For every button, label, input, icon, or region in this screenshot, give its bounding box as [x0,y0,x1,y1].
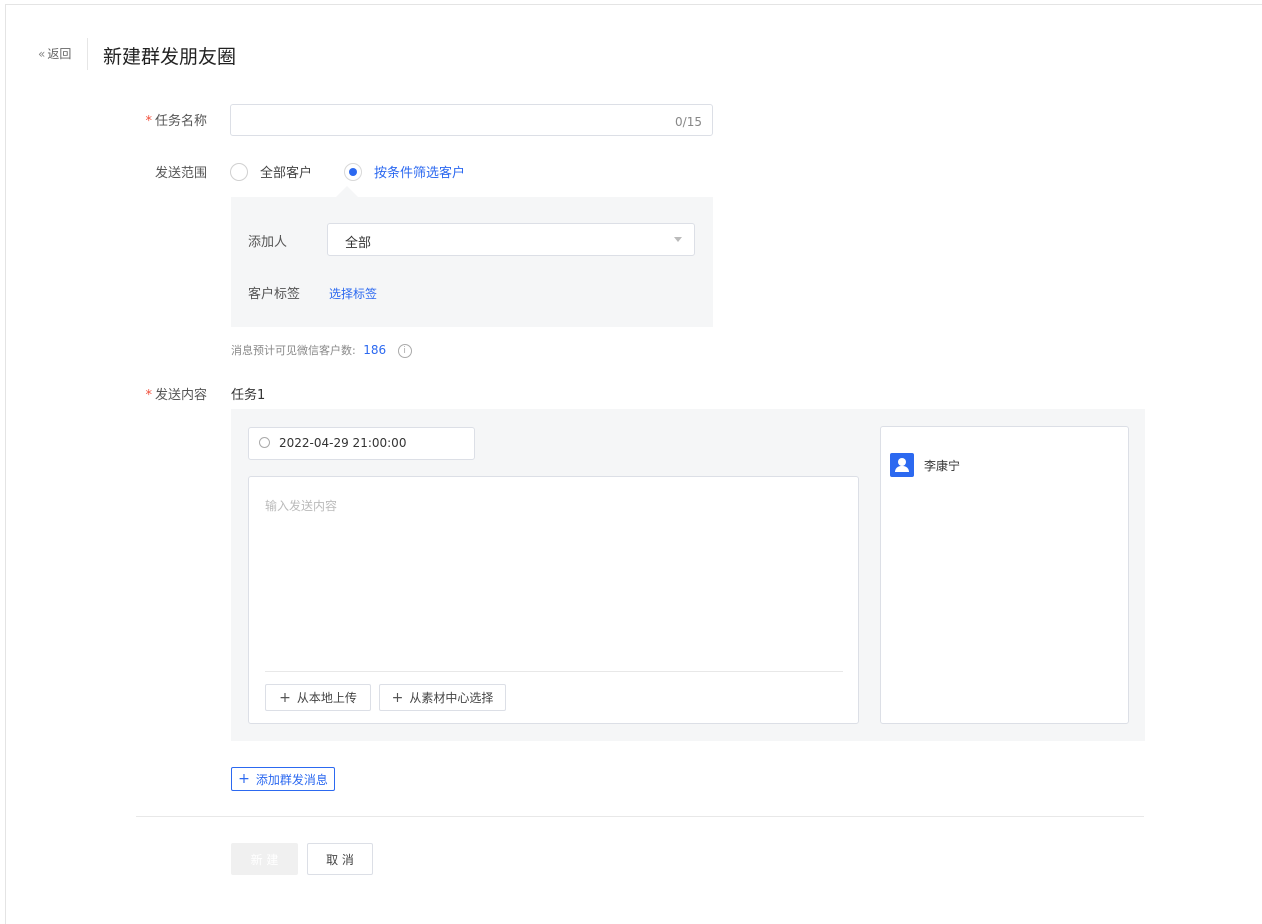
double-chevron-left-icon: « [38,46,46,61]
task-name-input[interactable]: 0/15 [230,104,713,136]
clock-icon [259,437,270,448]
footer-divider [136,816,1144,817]
header-divider [87,38,88,70]
task-name-label: * 任务名称 [145,114,207,129]
datetime-picker[interactable]: 2022-04-29 21:00:00 [248,427,475,460]
plus-icon: + [279,689,291,706]
add-message-button[interactable]: + 添加群发消息 [231,767,335,791]
select-tags-link[interactable]: 选择标签 [329,285,377,302]
adder-label: 添加人 [248,235,288,250]
sender-list: 李康宁 [880,426,1129,724]
adder-value: 全部 [345,236,372,251]
radio-circle-selected [344,162,362,181]
content-editor: 输入发送内容 + 从本地上传 + 从素材中心选择 [248,476,859,724]
content-textarea[interactable]: 输入发送内容 [265,497,337,514]
datetime-value: 2022-04-29 21:00:00 [279,436,407,450]
radio-filter-customers[interactable]: 按条件筛选客户 [344,162,465,181]
user-icon [890,453,914,477]
char-counter: 0/15 [675,115,702,129]
radio-all-customers[interactable]: 全部客户 [230,162,312,181]
sender-item[interactable]: 李康宁 [890,453,960,477]
caret-down-icon [674,237,682,242]
panel-pointer [336,186,358,197]
content-label: * 发送内容 [145,388,207,403]
info-icon: i [397,344,412,358]
radio-label: 全部客户 [260,166,313,181]
estimate-text: 消息预计可见微信客户数: 186 i [231,342,412,358]
radio-circle [230,162,248,181]
page-title: 新建群发朋友圈 [103,46,237,68]
back-label: 返回 [47,47,72,61]
editor-divider [265,671,843,672]
required-mark: * [145,114,152,129]
task-title: 任务1 [231,388,266,403]
upload-local-button[interactable]: + 从本地上传 [265,684,371,711]
plus-icon: + [391,689,404,706]
cancel-button[interactable]: 取 消 [307,843,373,875]
create-button[interactable]: 新 建 [231,843,298,875]
radio-label: 按条件筛选客户 [374,166,466,181]
filter-panel [231,197,713,327]
send-scope-label: 发送范围 [154,166,207,181]
tags-label: 客户标签 [248,287,301,302]
back-link[interactable]: « 返回 [38,45,71,62]
estimate-count: 186 [363,343,387,357]
required-mark: * [145,388,152,403]
sender-name: 李康宁 [924,458,961,473]
plus-icon: + [238,771,250,787]
adder-select[interactable]: 全部 [327,223,695,256]
upload-material-button[interactable]: + 从素材中心选择 [379,684,506,711]
